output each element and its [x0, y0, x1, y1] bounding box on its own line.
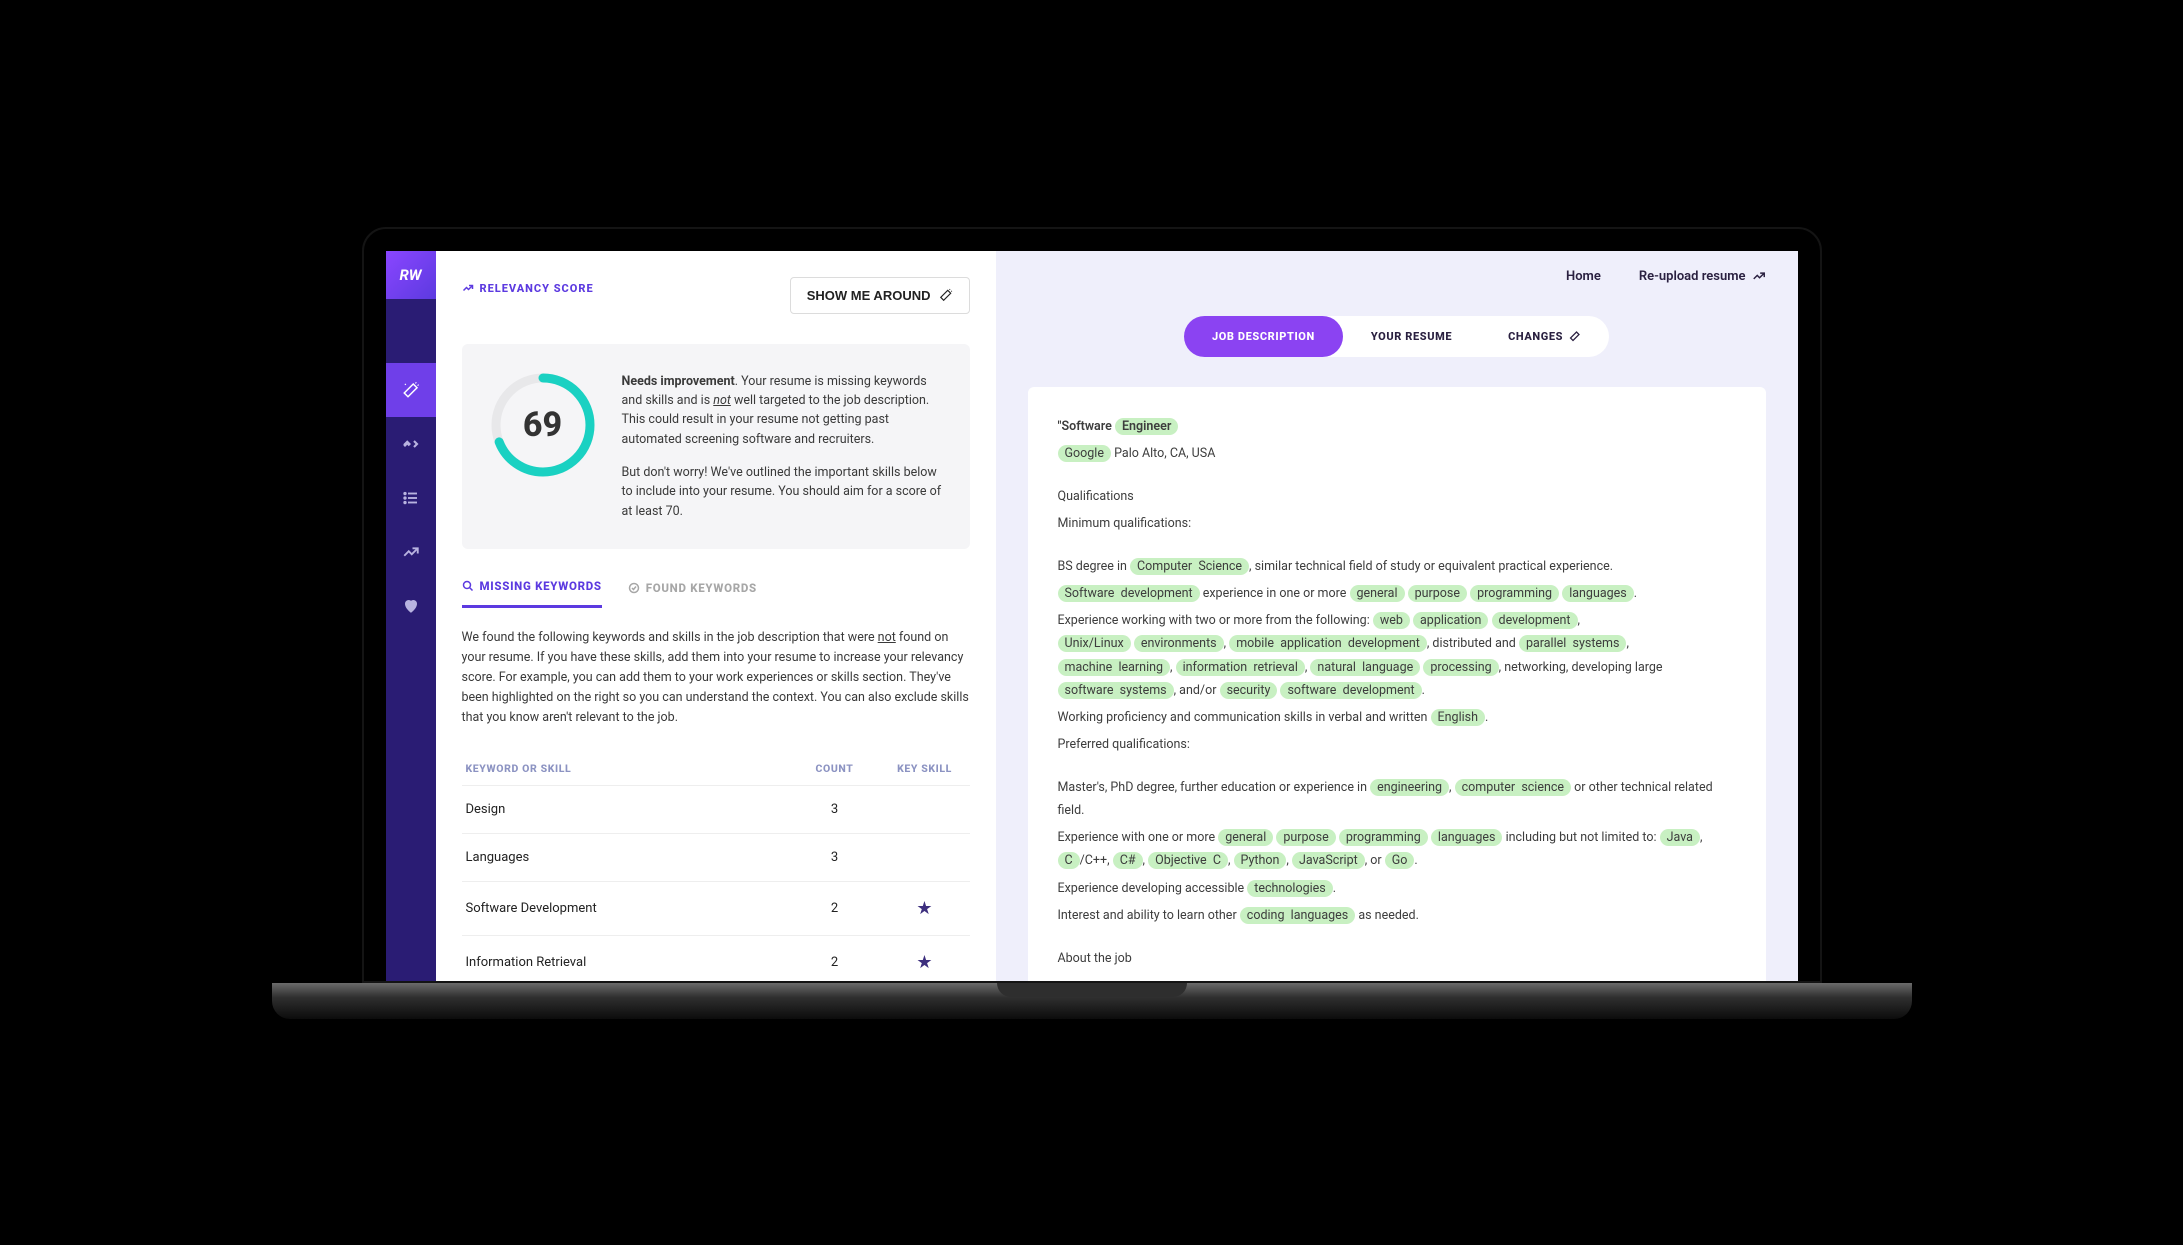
score-value: 69	[490, 372, 596, 478]
relevancy-score-label: RELEVANCY SCORE	[462, 282, 594, 295]
wand-icon	[939, 288, 953, 302]
keyword-tabs: MISSING KEYWORDS FOUND KEYWORDS	[462, 579, 970, 608]
cell-key-skill	[880, 786, 970, 834]
cell-key-skill: ★	[880, 936, 970, 981]
tab-found-keywords[interactable]: FOUND KEYWORDS	[628, 579, 757, 608]
app-screen: RW	[386, 251, 1798, 981]
seg-changes[interactable]: CHANGES	[1480, 316, 1609, 357]
topbar: Home Re-upload resume	[996, 251, 1798, 294]
laptop-frame: RW	[362, 227, 1822, 1019]
seg-job-description[interactable]: JOB DESCRIPTION	[1184, 316, 1343, 357]
jd-h-min: Minimum qualifications:	[1058, 512, 1736, 535]
jd-h-quals: Qualifications	[1058, 485, 1736, 508]
laptop-base	[272, 983, 1912, 1019]
chart-up-icon	[462, 282, 474, 294]
sidebar-item-heart[interactable]	[386, 579, 436, 633]
jd-line: Interest and ability to learn other codi…	[1058, 904, 1736, 927]
cell-key-skill: ★	[880, 882, 970, 936]
cell-keyword: Design	[462, 786, 790, 834]
table-row[interactable]: Software Development2 ★	[462, 882, 970, 936]
jd-line: Working proficiency and communication sk…	[1058, 706, 1736, 729]
jd-line: Experience with one or more general purp…	[1058, 826, 1736, 872]
cell-count: 3	[790, 834, 880, 882]
jd-line: Master's, PhD degree, further education …	[1058, 776, 1736, 822]
heart-icon	[402, 597, 420, 615]
chart-up-icon	[1752, 269, 1766, 283]
jd-line: Software development experience in one o…	[1058, 582, 1736, 605]
jd-line: Experience developing accessible technol…	[1058, 877, 1736, 900]
handshake-icon	[402, 435, 420, 453]
jd-line: Experience working with two or more from…	[1058, 609, 1736, 702]
score-gauge: 69	[490, 372, 596, 478]
right-panel: Home Re-upload resume JOB DESCRIPTION YO…	[996, 251, 1798, 981]
keywords-table: KEYWORD OR SKILL COUNT KEY SKILL Design3…	[462, 752, 970, 980]
col-count: COUNT	[790, 752, 880, 786]
star-icon: ★	[916, 898, 932, 919]
sidebar-item-handshake[interactable]	[386, 417, 436, 471]
cell-count: 2	[790, 882, 880, 936]
score-card: 69 Needs improvement. Your resume is mis…	[462, 344, 970, 550]
score-description: Needs improvement. Your resume is missin…	[622, 372, 942, 522]
star-icon: ★	[916, 952, 932, 973]
jd-h-pref: Preferred qualifications:	[1058, 733, 1736, 756]
cell-count: 2	[790, 936, 880, 981]
wand-icon	[1569, 330, 1581, 342]
job-description-card: "Software Engineer Google Palo Alto, CA,…	[1028, 387, 1766, 981]
cell-keyword: Software Development	[462, 882, 790, 936]
check-circle-icon	[628, 582, 640, 594]
col-key-skill: KEY SKILL	[880, 752, 970, 786]
cell-keyword: Languages	[462, 834, 790, 882]
table-row[interactable]: Design3	[462, 786, 970, 834]
cell-key-skill	[880, 834, 970, 882]
segmented-tabs: JOB DESCRIPTION YOUR RESUME CHANGES	[1184, 316, 1609, 357]
chart-icon	[402, 543, 420, 561]
list-icon	[402, 489, 420, 507]
intro-text: We found the following keywords and skil…	[462, 628, 970, 728]
col-keyword: KEYWORD OR SKILL	[462, 752, 790, 786]
app-logo[interactable]: RW	[386, 251, 436, 299]
cell-keyword: Information Retrieval	[462, 936, 790, 981]
jd-h-about: About the job	[1058, 947, 1736, 970]
jd-line: BS degree in Computer Science, similar t…	[1058, 555, 1736, 578]
sidebar-item-wand[interactable]	[386, 363, 436, 417]
seg-your-resume[interactable]: YOUR RESUME	[1343, 316, 1480, 357]
table-row[interactable]: Languages3	[462, 834, 970, 882]
sidebar-item-chart[interactable]	[386, 525, 436, 579]
cell-count: 3	[790, 786, 880, 834]
search-icon	[462, 580, 474, 592]
reupload-link[interactable]: Re-upload resume	[1639, 269, 1766, 284]
tab-missing-keywords[interactable]: MISSING KEYWORDS	[462, 579, 602, 608]
home-link[interactable]: Home	[1566, 269, 1601, 284]
sidebar-item-list[interactable]	[386, 471, 436, 525]
wand-icon	[402, 381, 420, 399]
table-row[interactable]: Information Retrieval2 ★	[462, 936, 970, 981]
left-panel: RELEVANCY SCORE SHOW ME AROUND	[436, 251, 996, 981]
laptop-notch	[997, 983, 1187, 997]
screen-bezel: RW	[362, 227, 1822, 983]
jd-title: "Software Engineer	[1058, 415, 1736, 438]
show-me-around-button[interactable]: SHOW ME AROUND	[790, 277, 970, 314]
sidebar: RW	[386, 251, 436, 981]
jd-company-line: Google Palo Alto, CA, USA	[1058, 442, 1736, 465]
